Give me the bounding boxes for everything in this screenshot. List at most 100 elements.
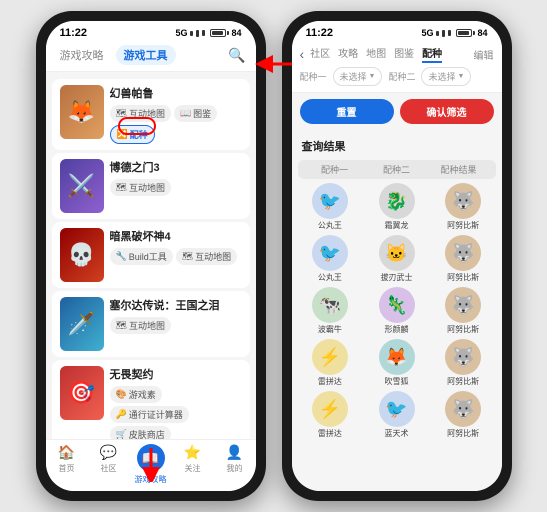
- tool-breed-0[interactable]: 🔀配种: [110, 125, 155, 144]
- avatar-0-2: 🐉: [379, 183, 415, 219]
- nav-profile[interactable]: 👤 我的: [214, 444, 256, 485]
- tool-shop-4[interactable]: 🛒皮肤商店: [110, 426, 171, 439]
- avatar-1-3: 🐺: [445, 235, 481, 271]
- cell-3-3: 🐺 阿努比斯: [431, 339, 496, 387]
- results-title: 查询结果: [302, 138, 492, 154]
- nav-tab-community[interactable]: 社区: [310, 45, 330, 63]
- game-tools-0: 🗺互动地图 📖图鉴 🔀配种: [110, 105, 242, 144]
- cell-0-3: 🐺 阿努比斯: [431, 183, 496, 231]
- game-thumb-1: ⚔️: [60, 159, 104, 213]
- name-4-3: 阿努比斯: [447, 428, 479, 439]
- tool-map-3[interactable]: 🗺互动地图: [110, 317, 171, 334]
- nav-follow[interactable]: ⭐ 关注: [172, 444, 214, 485]
- filter-select-2[interactable]: 未选择 ▼: [421, 67, 471, 86]
- name-0-3: 阿努比斯: [447, 220, 479, 231]
- app-header-right: ‹ 社区 攻略 地图 图鉴 配种 编辑 配种一 未选择 ▼ 配种二 未选择: [292, 41, 502, 93]
- signal-bar-3: [202, 30, 205, 36]
- game-tools-4: 🎨游戏素 🔑通行证计算器 🛒皮肤商店: [110, 386, 242, 439]
- tool-guide-0[interactable]: 📖图鉴: [174, 105, 217, 122]
- battery-icon-r: [456, 29, 472, 37]
- nav-tab-breed[interactable]: 配种: [422, 45, 442, 63]
- filter-placeholder-2: 未选择: [428, 70, 455, 83]
- cell-0-2: 🐉 霜翼龙: [364, 183, 429, 231]
- build-icon: 🔧: [116, 251, 127, 262]
- tool-map-2[interactable]: 🗺互动地图: [176, 248, 237, 265]
- nav-home[interactable]: 🏠 首页: [46, 444, 88, 485]
- signal-label-r: 5G: [421, 28, 433, 38]
- name-2-3: 阿努比斯: [447, 324, 479, 335]
- name-1-3: 阿努比斯: [447, 272, 479, 283]
- cell-4-1: ⚡ 雷拼达: [298, 391, 363, 439]
- signal-label: 5G: [175, 28, 187, 38]
- nav-follow-label: 关注: [185, 463, 201, 474]
- name-4-2: 蓝天术: [385, 428, 409, 439]
- arrow-tools: [254, 53, 294, 80]
- back-button[interactable]: ‹: [300, 46, 305, 62]
- name-2-1: 波霸牛: [318, 324, 342, 335]
- game-info-4: 无畏契约 🎨游戏素 🔑通行证计算器 🛒皮肤商店: [110, 366, 242, 439]
- chevron-down-icon-1: ▼: [369, 73, 376, 80]
- book-icon: 📖: [180, 108, 191, 119]
- tab-group: 游戏攻略 游戏工具: [56, 45, 176, 65]
- game-tools-1: 🗺互动地图: [110, 179, 242, 196]
- filter-placeholder-1: 未选择: [340, 70, 367, 83]
- cell-4-3: 🐺 阿努比斯: [431, 391, 496, 439]
- game-item-1: ⚔️ 博德之门3 🗺互动地图: [52, 153, 250, 219]
- nav-tab-pokedex[interactable]: 图鉴: [394, 45, 414, 63]
- tab-tools[interactable]: 游戏工具: [116, 45, 176, 65]
- results-section: 查询结果 配种一 配种二 配种结果 🐦 公丸王 🐉 霜翼龙 🐺 阿努比斯: [292, 130, 502, 491]
- game-thumb-4: 🎯: [60, 366, 104, 420]
- home-icon: 🏠: [58, 444, 75, 461]
- tool-skin-4[interactable]: 🎨游戏素: [110, 386, 162, 403]
- nav-tab-map[interactable]: 地图: [366, 45, 386, 63]
- game-title-2: 暗黑破坏神4: [110, 228, 242, 244]
- tool-map-1[interactable]: 🗺互动地图: [110, 179, 171, 196]
- game-title-1: 博德之门3: [110, 159, 242, 175]
- left-screen: 11:22 5G 84 游戏攻略 游戏工具 🔍: [46, 21, 256, 491]
- signal-bar-2: [196, 30, 199, 37]
- edit-button[interactable]: 编辑: [474, 47, 494, 62]
- game-tools-3: 🗺互动地图: [110, 317, 242, 334]
- nav-community[interactable]: 💬 社区: [88, 444, 130, 485]
- battery-fill: [212, 31, 223, 35]
- tool-build-2[interactable]: 🔧Build工具: [110, 248, 173, 265]
- community-icon: 💬: [100, 444, 117, 461]
- reset-button[interactable]: 重置: [300, 99, 394, 124]
- nav-tab-guide[interactable]: 攻略: [338, 45, 358, 63]
- game-item-4: 🎯 无畏契约 🎨游戏素 🔑通行证计算器 🛒皮肤商店: [52, 360, 250, 439]
- name-1-1: 公丸王: [318, 272, 342, 283]
- game-info-0: 幻兽帕鲁 🗺互动地图 📖图鉴 🔀配种: [110, 85, 242, 144]
- name-3-1: 雷拼达: [318, 376, 342, 387]
- breed-icon: 🔀: [117, 129, 128, 140]
- filter-label-1: 配种一: [300, 70, 327, 83]
- skin-icon: 🎨: [116, 389, 127, 400]
- col-1-header: 配种一: [304, 163, 366, 176]
- game-thumb-3: 🗡️: [60, 297, 104, 351]
- tab-guide[interactable]: 游戏攻略: [56, 45, 108, 65]
- filter-select-1[interactable]: 未选择 ▼: [333, 67, 383, 86]
- confirm-button[interactable]: 确认筛选: [400, 99, 494, 124]
- status-icons-right: 5G 84: [421, 28, 487, 38]
- cell-3-2: 🦊 吹雪狐: [364, 339, 429, 387]
- result-row-0: 🐦 公丸王 🐉 霜翼龙 🐺 阿努比斯: [298, 183, 496, 231]
- tool-map-0[interactable]: 🗺互动地图: [110, 105, 171, 122]
- chevron-down-icon-2: ▼: [458, 73, 465, 80]
- game-title-3: 塞尔达传说：王国之泪: [110, 297, 242, 313]
- game-info-2: 暗黑破坏神4 🔧Build工具 🗺互动地图: [110, 228, 242, 265]
- shop-icon: 🛒: [116, 429, 127, 439]
- tool-pass-4[interactable]: 🔑通行证计算器: [110, 406, 189, 423]
- result-row-4: ⚡ 雷拼达 🐦 蓝天术 🐺 阿努比斯: [298, 391, 496, 439]
- game-item-2: 💀 暗黑破坏神4 🔧Build工具 🗺互动地图: [52, 222, 250, 288]
- game-thumb-0: 🦊: [60, 85, 104, 139]
- cell-2-3: 🐺 阿努比斯: [431, 287, 496, 335]
- game-thumb-2: 💀: [60, 228, 104, 282]
- battery-pct-r: 84: [477, 28, 487, 38]
- avatar-0-3: 🐺: [445, 183, 481, 219]
- search-button[interactable]: 🔍: [228, 47, 245, 64]
- avatar-2-1: 🐄: [312, 287, 348, 323]
- avatar-1-2: 🐱: [379, 235, 415, 271]
- map-icon-2: 🗺: [182, 251, 193, 262]
- nav-profile-label: 我的: [227, 463, 243, 474]
- name-3-2: 吹雪狐: [385, 376, 409, 387]
- cell-3-1: ⚡ 雷拼达: [298, 339, 363, 387]
